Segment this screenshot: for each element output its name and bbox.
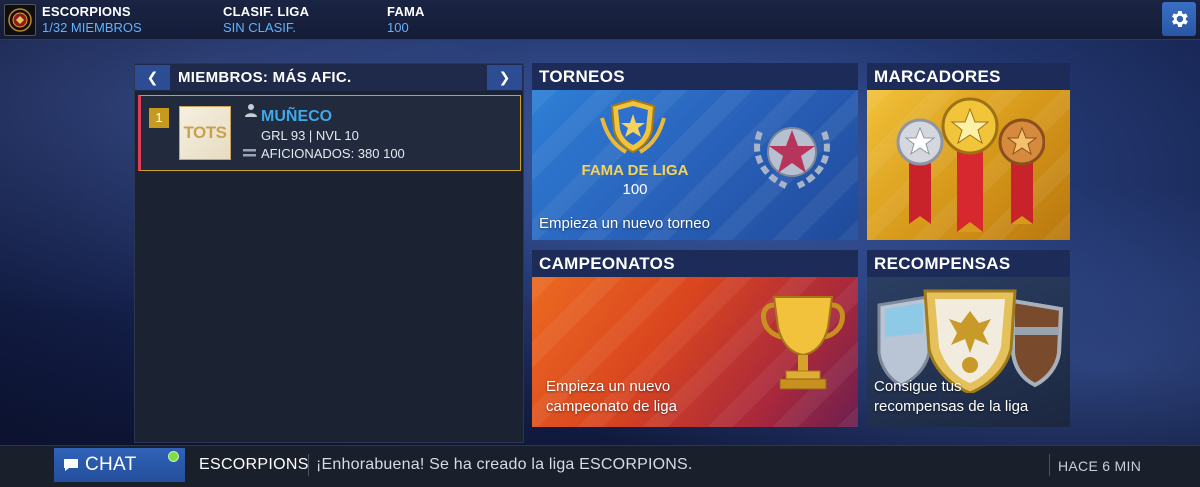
tile-torneos[interactable]: TORNEOS FAMA DE LIGA 100 Empieza un nuev…	[532, 63, 858, 240]
members-title: MIEMBROS: MÁS AFIC.	[178, 69, 352, 86]
player-stats: GRL 93 | NVL 10	[261, 128, 359, 143]
medals-icon	[896, 97, 1045, 232]
member-row[interactable]: 1 TOTS MUÑECO GRL 93 | NVL 10 AFICIONADO…	[138, 95, 521, 171]
chevron-right-icon: ❯	[498, 69, 511, 85]
tile-torneos-body: FAMA DE LIGA 100 Empieza un nuevo torneo	[532, 90, 858, 240]
tile-recompensas-body: Consigue tus recompensas de la liga	[867, 277, 1070, 427]
fame-label: FAMA	[387, 4, 425, 19]
tile-campeonatos-title: CAMPEONATOS	[532, 250, 858, 277]
chat-timestamp: HACE 6 MIN	[1058, 458, 1142, 474]
league-fame-value: 100	[622, 181, 648, 198]
player-name: MUÑECO	[261, 108, 333, 125]
tile-campeonatos[interactable]: CAMPEONATOS Empieza un nuevo campeonato …	[532, 250, 858, 427]
club-crest-icon	[8, 8, 32, 32]
league-shield-icon	[600, 98, 666, 154]
caption-line-1: Consigue tus	[874, 378, 962, 395]
fame-value: 100	[387, 20, 409, 35]
league-info: CLASIF. LIGA SIN CLASIF.	[223, 4, 309, 36]
chat-message[interactable]: ¡Enhorabuena! Se ha creado la liga ESCOR…	[316, 456, 693, 474]
trophy-icon	[761, 296, 845, 390]
members-header: ❮ MIEMBROS: MÁS AFIC. ❯	[135, 64, 523, 91]
player-fans: AFICIONADOS: 380 100	[261, 146, 405, 161]
chat-bar: CHAT ESCORPIONS ¡Enhorabuena! Se ha crea…	[0, 445, 1200, 487]
league-value: SIN CLASIF.	[223, 20, 296, 35]
club-badge[interactable]	[4, 4, 36, 36]
members-next-button[interactable]: ❯	[487, 65, 522, 90]
gear-icon	[1172, 11, 1188, 27]
divider	[1049, 454, 1050, 476]
person-icon	[245, 104, 257, 117]
club-info: ESCORPIONS 1/32 MIEMBROS	[42, 4, 142, 36]
caption-line-2: recompensas de la liga	[874, 398, 1029, 415]
silver-wreath-star-icon	[754, 127, 830, 189]
tile-torneos-caption: Empieza un nuevo torneo	[539, 215, 710, 232]
fame-info: FAMA 100	[387, 4, 425, 36]
tile-recompensas[interactable]: RECOMPENSAS Consigue tus recompensas de …	[867, 250, 1070, 427]
tile-campeonatos-body: Empieza un nuevo campeonato de liga	[532, 277, 858, 427]
settings-button[interactable]	[1162, 2, 1196, 36]
tile-recompensas-caption: Consigue tus recompensas de la liga	[874, 377, 1028, 417]
members-count: 1/32 MIEMBROS	[42, 20, 142, 35]
members-prev-button[interactable]: ❮	[135, 65, 170, 90]
chat-button[interactable]: CHAT	[54, 448, 185, 482]
tile-recompensas-title: RECOMPENSAS	[867, 250, 1070, 277]
divider	[308, 454, 309, 476]
online-status-dot	[168, 451, 179, 462]
chat-bubble-icon	[64, 459, 78, 471]
chevron-left-icon: ❮	[146, 69, 159, 85]
chat-button-label: CHAT	[85, 454, 137, 475]
tile-campeonatos-caption: Empieza un nuevo campeonato de liga	[546, 377, 677, 417]
chat-sender: ESCORPIONS	[199, 456, 309, 473]
equals-icon	[243, 149, 256, 157]
player-card: TOTS	[179, 106, 231, 160]
league-fame-label: FAMA DE LIGA	[581, 162, 689, 179]
caption-line-2: campeonato de liga	[546, 398, 677, 415]
league-label: CLASIF. LIGA	[223, 4, 310, 19]
caption-line-1: Empieza un nuevo	[546, 378, 671, 395]
player-card-text: TOTS	[183, 123, 227, 142]
tile-marcadores[interactable]: MARCADORES	[867, 63, 1070, 240]
tile-marcadores-title: MARCADORES	[867, 63, 1070, 90]
rank-badge: 1	[149, 108, 169, 128]
members-panel: ❮ MIEMBROS: MÁS AFIC. ❯ 1 TOTS MUÑECO GR…	[134, 63, 524, 443]
tile-torneos-title: TORNEOS	[532, 63, 858, 90]
tile-marcadores-body	[867, 90, 1070, 240]
top-bar: ESCORPIONS 1/32 MIEMBROS CLASIF. LIGA SI…	[0, 0, 1200, 40]
club-name: ESCORPIONS	[42, 4, 131, 19]
